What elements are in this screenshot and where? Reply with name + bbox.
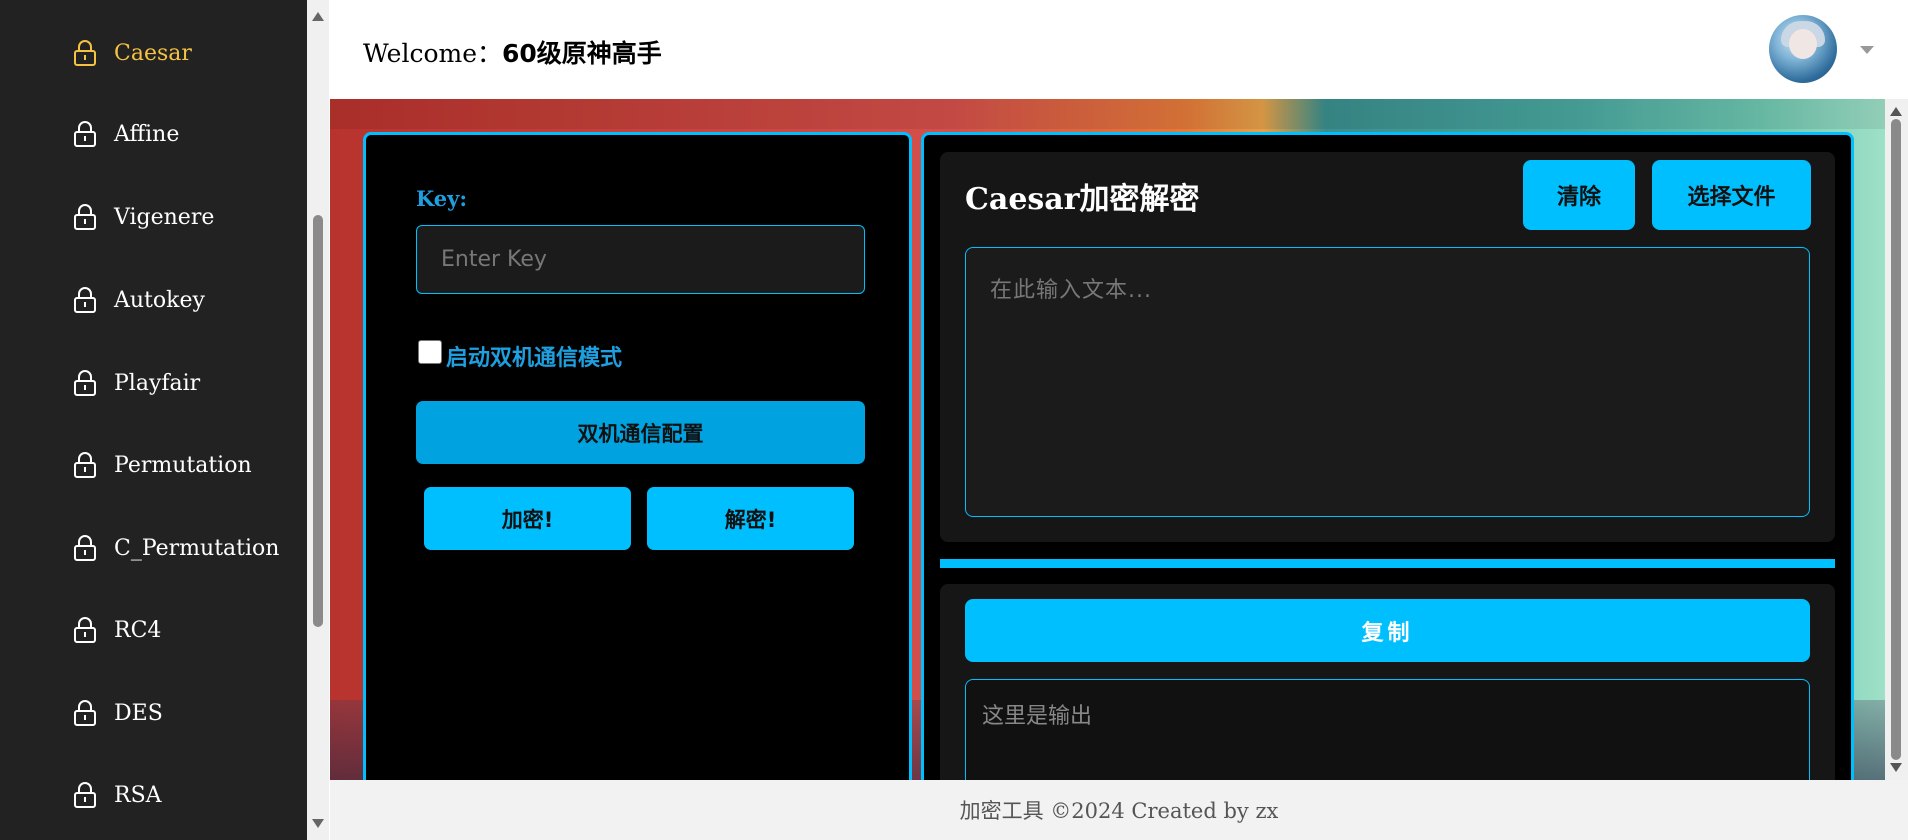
lock-icon bbox=[72, 451, 98, 479]
text-panel: Caesar加密解密 清除 选择文件 复制 这里是输出 bbox=[921, 132, 1854, 780]
sidebar-item-affine[interactable]: Affine bbox=[72, 114, 179, 154]
panel-title: Caesar加密解密 bbox=[965, 174, 1200, 218]
key-input[interactable] bbox=[416, 225, 865, 294]
sidebar-item-label: Permutation bbox=[114, 452, 252, 478]
input-section: Caesar加密解密 清除 选择文件 bbox=[940, 152, 1835, 542]
sidebar-item-permutation[interactable]: Permutation bbox=[72, 445, 252, 485]
encrypt-button[interactable]: 加密! bbox=[424, 487, 631, 550]
sidebar-item-c-permutation[interactable]: C_Permutation bbox=[72, 528, 279, 568]
copy-button[interactable]: 复制 bbox=[965, 599, 1810, 662]
sidebar-item-autokey[interactable]: Autokey bbox=[72, 280, 205, 320]
sidebar-item-label: C_Permutation bbox=[114, 535, 280, 561]
dual-mode-row: 启动双机通信模式 bbox=[418, 340, 622, 372]
sidebar-item-label: DES bbox=[114, 700, 163, 726]
lock-icon bbox=[72, 781, 98, 809]
lock-icon bbox=[72, 120, 98, 148]
dual-mode-checkbox[interactable] bbox=[418, 340, 442, 364]
input-textarea[interactable] bbox=[965, 247, 1810, 517]
header: Welcome：60级原神高手 bbox=[330, 0, 1908, 99]
dual-mode-label[interactable]: 启动双机通信模式 bbox=[446, 340, 622, 372]
panel-title-prefix: Caesar bbox=[965, 182, 1080, 217]
welcome-text: Welcome：60级原神高手 bbox=[363, 34, 662, 70]
welcome-prefix: Welcome： bbox=[363, 39, 503, 68]
panel-title-suffix: 加密解密 bbox=[1079, 182, 1200, 217]
username: 60级原神高手 bbox=[502, 39, 662, 68]
sidebar-item-label: Vigenere bbox=[114, 204, 215, 230]
lock-icon bbox=[72, 286, 98, 314]
sidebar-item-caesar[interactable]: Caesar bbox=[72, 33, 192, 73]
sidebar-item-label: RSA bbox=[114, 782, 162, 808]
scrollbar-thumb[interactable] bbox=[1891, 119, 1901, 760]
content-scrollbar[interactable] bbox=[1885, 99, 1908, 780]
sidebar-item-label: Playfair bbox=[114, 370, 201, 396]
chevron-down-icon[interactable] bbox=[1860, 46, 1874, 54]
sidebar-item-des[interactable]: DES bbox=[72, 693, 163, 733]
key-panel: Key: 启动双机通信模式 双机通信配置 加密! 解密! bbox=[363, 132, 912, 780]
sidebar-item-label: RC4 bbox=[114, 617, 162, 643]
scroll-down-arrow-icon[interactable] bbox=[312, 819, 324, 828]
dual-config-button[interactable]: 双机通信配置 bbox=[416, 401, 865, 464]
sidebar-item-label: Caesar bbox=[114, 40, 192, 66]
choose-file-button[interactable]: 选择文件 bbox=[1652, 160, 1811, 230]
decrypt-button[interactable]: 解密! bbox=[647, 487, 854, 550]
lock-icon bbox=[72, 616, 98, 644]
sidebar-item-playfair[interactable]: Playfair bbox=[72, 363, 200, 403]
sidebar-item-rc4[interactable]: RC4 bbox=[72, 610, 161, 650]
lock-icon bbox=[72, 369, 98, 397]
footer: 加密工具 ©2024 Created by zx bbox=[330, 780, 1908, 840]
sidebar-item-rsa[interactable]: RSA bbox=[72, 775, 162, 815]
divider bbox=[940, 559, 1835, 568]
output-area[interactable]: 这里是输出 bbox=[965, 679, 1810, 780]
scroll-up-arrow-icon[interactable] bbox=[1890, 107, 1902, 116]
footer-text: 加密工具 ©2024 Created by zx bbox=[959, 799, 1279, 823]
sidebar: Caesar Affine Vigenere Autokey Playfair … bbox=[0, 0, 307, 840]
lock-icon bbox=[72, 534, 98, 562]
sidebar-item-vigenere[interactable]: Vigenere bbox=[72, 197, 214, 237]
main-content: Key: 启动双机通信模式 双机通信配置 加密! 解密! Caesar加密解密 … bbox=[330, 99, 1885, 780]
key-label: Key: bbox=[416, 186, 468, 211]
scroll-down-arrow-icon[interactable] bbox=[1890, 763, 1902, 772]
clear-button[interactable]: 清除 bbox=[1523, 160, 1635, 230]
scroll-up-arrow-icon[interactable] bbox=[312, 12, 324, 21]
lock-icon bbox=[72, 203, 98, 231]
sidebar-item-label: Autokey bbox=[114, 287, 205, 313]
avatar[interactable] bbox=[1769, 15, 1837, 83]
scrollbar-thumb[interactable] bbox=[313, 215, 323, 627]
lock-icon bbox=[72, 39, 98, 67]
output-section: 复制 这里是输出 bbox=[940, 584, 1835, 780]
sidebar-scrollbar[interactable] bbox=[307, 0, 329, 840]
lock-icon bbox=[72, 699, 98, 727]
sidebar-item-label: Affine bbox=[114, 121, 180, 147]
